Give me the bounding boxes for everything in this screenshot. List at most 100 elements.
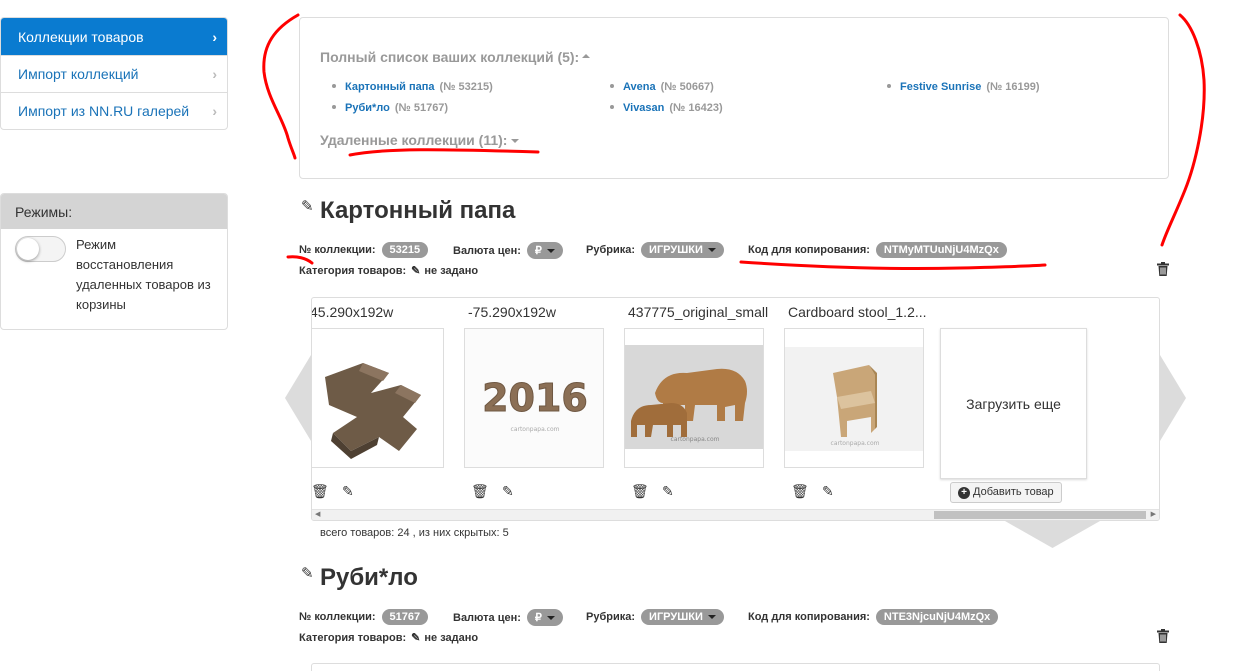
sidebar-item-import[interactable]: Импорт коллекций › — [1, 55, 227, 92]
restore-mode-toggle[interactable] — [15, 236, 66, 262]
modes-title: Режимы: — [1, 194, 227, 229]
chevron-right-icon: › — [212, 66, 217, 82]
collections-list-box: Полный список ваших коллекций (5): Карто… — [299, 17, 1169, 179]
pencil-icon[interactable]: ✎ — [662, 483, 674, 500]
product-strip — [311, 663, 1160, 671]
caret-down-icon — [511, 139, 520, 143]
collection-link-item: Руби*ло (№ 51767) — [332, 102, 448, 114]
meta-label: Категория товаров: — [299, 264, 407, 277]
copy-code-badge[interactable]: NTE3NjcuNjU4MzQx — [875, 609, 999, 625]
sidebar-item-label: Импорт из NN.RU галерей — [18, 103, 190, 119]
product-image[interactable]: cartonpapa.com — [624, 328, 764, 468]
dropdown-caret-icon — [546, 616, 555, 620]
restore-mode-label: Режим восстановления удаленных товаров и… — [76, 237, 211, 312]
bullet-icon — [610, 105, 614, 109]
sidebar-item-label: Коллекции товаров — [18, 28, 144, 45]
collection-link[interactable]: Картонный папа — [345, 81, 435, 93]
horizontal-scrollbar[interactable]: ◀ ▶ — [312, 509, 1159, 520]
category-field: Категория товаров: ✎ не задано — [299, 631, 479, 645]
carousel-next-icon[interactable] — [1160, 355, 1186, 441]
trash-icon[interactable]: 🗑 — [312, 483, 329, 500]
pencil-icon[interactable]: ✎ — [502, 483, 514, 500]
currency-field: Валюта цен: ₽ — [453, 242, 563, 259]
currency-value: ₽ — [534, 612, 542, 624]
dropdown-caret-icon — [707, 248, 716, 252]
dropdown-caret-icon — [707, 615, 716, 619]
product-image[interactable] — [312, 328, 444, 468]
pencil-icon[interactable]: ✎ — [342, 483, 354, 500]
rubric-field: Рубрика: ИГРУШКИ — [586, 609, 724, 625]
collection-link[interactable]: Руби*ло — [345, 102, 390, 114]
copy-code-field: Код для копирования: NTE3NjcuNjU4MzQx — [748, 609, 999, 625]
currency-value: ₽ — [534, 245, 542, 257]
collection-number: (№ 16423) — [669, 102, 723, 114]
sidebar-item-import-nnru[interactable]: Импорт из NN.RU галерей › — [1, 92, 227, 129]
trash-icon[interactable]: 🗑 — [631, 483, 649, 500]
collection-number-badge: 51767 — [381, 609, 429, 625]
product-image[interactable]: 2016 cartonpapa.com — [464, 328, 604, 468]
rubric-value: ИГРУШКИ — [649, 244, 703, 256]
meta-label: № коллекции: — [299, 244, 376, 256]
collection-number-badge: 53215 — [381, 242, 429, 258]
collection-link-item: Vivasan (№ 16423) — [610, 102, 723, 114]
collection-link[interactable]: Vivasan — [623, 102, 664, 114]
caret-up-icon — [582, 54, 591, 58]
meta-label: Код для копирования: — [748, 611, 870, 623]
trash-icon[interactable] — [1157, 629, 1169, 643]
category-value: не задано — [424, 631, 479, 644]
collection-link[interactable]: Festive Sunrise — [900, 81, 981, 93]
product-totals: всего товаров: 24 , из них скрытых: 5 — [320, 527, 509, 539]
scroll-left-icon[interactable]: ◀ — [315, 510, 320, 520]
product-image-text: 2016 — [482, 376, 588, 420]
deleted-collections-toggle[interactable]: Удаленные коллекции (11): — [320, 132, 520, 148]
trash-icon[interactable]: 🗑 — [791, 483, 809, 500]
carousel-down-icon[interactable] — [1005, 521, 1100, 548]
scroll-right-icon[interactable]: ▶ — [1151, 510, 1156, 520]
product-caption: 45.290x192w — [311, 304, 394, 320]
pencil-icon[interactable]: ✎ — [822, 483, 834, 500]
toggle-knob — [17, 238, 39, 260]
copy-code-field: Код для копирования: NTMyMTUuNjU4MzQx — [748, 242, 1007, 258]
bullet-icon — [887, 84, 891, 88]
collection-link[interactable]: Avena — [623, 81, 656, 93]
meta-label: № коллекции: — [299, 611, 376, 623]
category-field: Категория товаров: ✎ не задано — [299, 264, 478, 278]
rubric-dropdown[interactable]: ИГРУШКИ — [641, 609, 724, 625]
edit-title-icon[interactable]: ✎ — [301, 197, 314, 215]
sidebar-item-collections[interactable]: Коллекции товаров › — [1, 18, 227, 55]
product-caption: -75.290x192w — [468, 304, 556, 320]
trash-icon[interactable]: 🗑 — [471, 483, 489, 500]
pencil-icon[interactable]: ✎ — [411, 631, 420, 644]
collection-number: (№ 50667) — [660, 81, 714, 93]
copy-code-badge[interactable]: NTMyMTUuNjU4MzQx — [875, 242, 1007, 258]
sidebar-nav: Коллекции товаров › Импорт коллекций › И… — [0, 17, 228, 130]
collections-list-toggle[interactable]: Полный список ваших коллекций (5): — [320, 49, 591, 65]
carousel-prev-icon[interactable] — [285, 355, 311, 441]
meta-label: Рубрика: — [586, 244, 636, 256]
edit-title-icon[interactable]: ✎ — [301, 564, 314, 582]
rubric-value: ИГРУШКИ — [649, 611, 703, 623]
rubric-field: Рубрика: ИГРУШКИ — [586, 242, 724, 258]
meta-label: Категория товаров: — [299, 631, 407, 644]
bullet-icon — [332, 105, 336, 109]
product-caption: 437775_original_small — [628, 304, 769, 320]
watermark-text: cartonpapa.com — [511, 426, 560, 433]
collection-title: Картонный папа — [320, 197, 516, 224]
collection-link-item: Festive Sunrise (№ 16199) — [887, 81, 1040, 93]
trash-icon[interactable] — [1157, 262, 1169, 276]
product-image[interactable]: cartonpapa.com — [784, 328, 924, 468]
sidebar-item-label: Импорт коллекций — [18, 66, 139, 82]
meta-label: Код для копирования: — [748, 244, 870, 256]
pencil-icon[interactable]: ✎ — [411, 264, 420, 277]
meta-label: Рубрика: — [586, 611, 636, 623]
collections-list-title: Полный список ваших коллекций (5): — [320, 49, 580, 65]
add-product-button[interactable]: + Добавить товар — [950, 482, 1062, 503]
scrollbar-thumb[interactable] — [934, 511, 1146, 519]
rubric-dropdown[interactable]: ИГРУШКИ — [641, 242, 724, 258]
collection-number: (№ 51767) — [394, 102, 449, 114]
currency-dropdown[interactable]: ₽ — [526, 242, 563, 259]
load-more-button[interactable]: Загрузить еще — [940, 328, 1087, 479]
currency-dropdown[interactable]: ₽ — [526, 609, 563, 626]
bullet-icon — [610, 84, 614, 88]
plus-icon: + — [958, 487, 970, 499]
